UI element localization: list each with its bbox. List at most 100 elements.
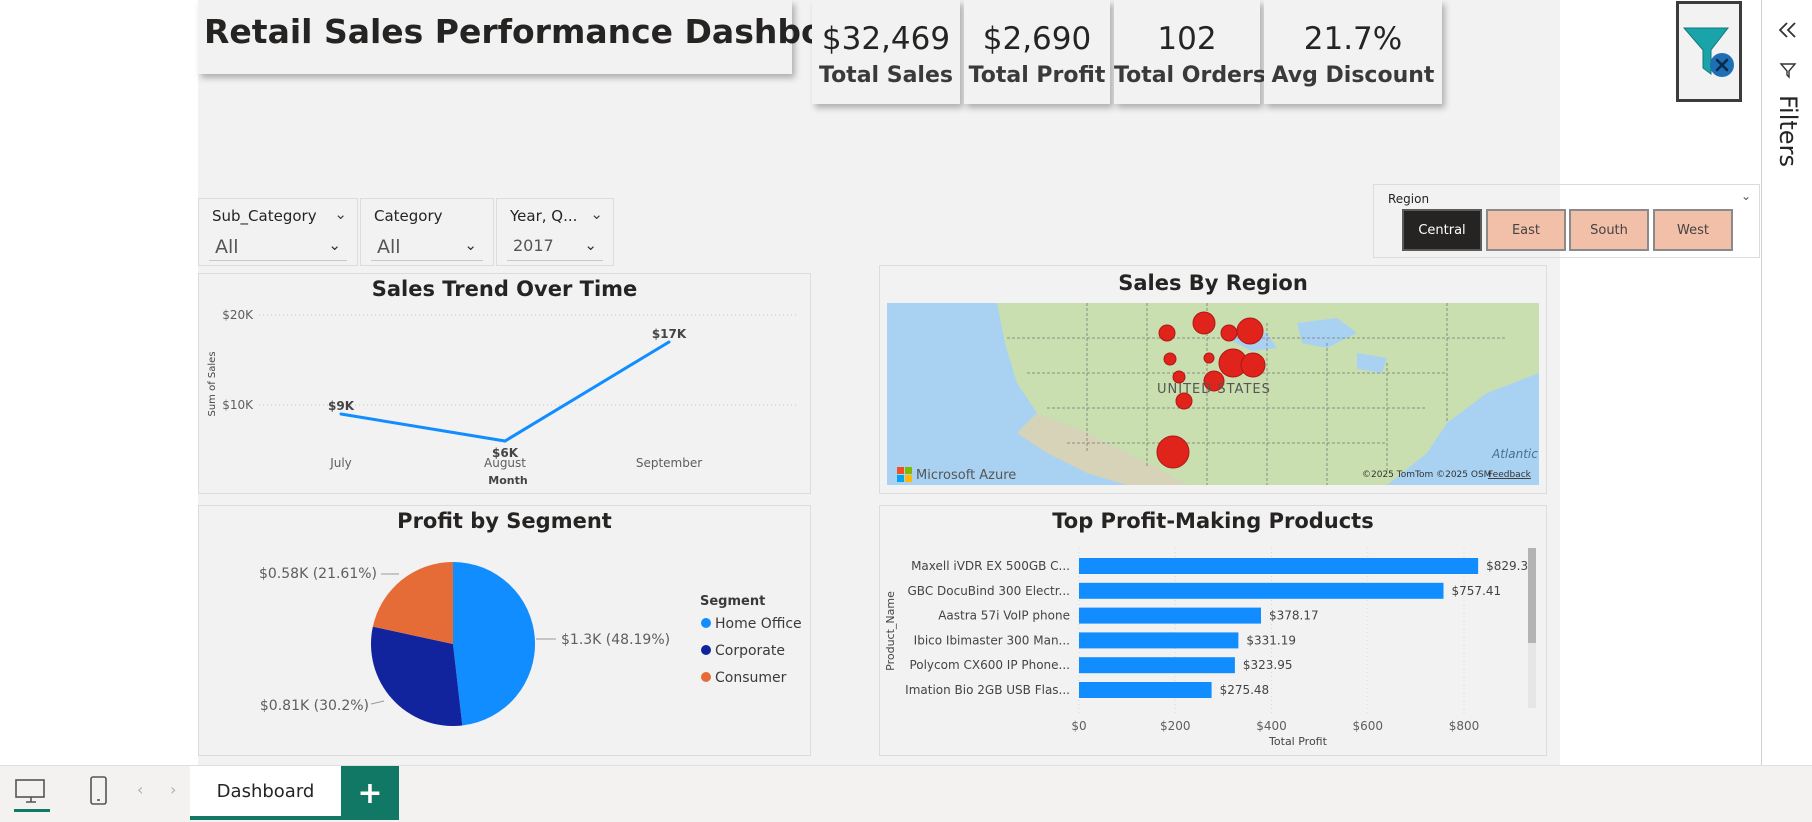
pie-data-label: $1.3K (48.19%) <box>561 632 670 648</box>
kpi-label: Avg Discount <box>1271 63 1435 88</box>
chevron-down-icon[interactable]: ⌄ <box>1741 189 1751 203</box>
slicer-dropdown[interactable]: All ⌄ <box>209 233 347 261</box>
mobile-view-icon[interactable] <box>88 775 110 807</box>
scrollbar-thumb[interactable] <box>1528 548 1536 643</box>
line-series <box>340 340 670 443</box>
kpi-card-total-sales: $32,469 Total Sales <box>812 0 960 104</box>
leader-line <box>370 700 385 705</box>
filters-pane-label: Filters <box>1774 95 1802 167</box>
double-chevron-left-icon[interactable] <box>1776 18 1800 42</box>
x-tick-label: $0 <box>1071 719 1086 733</box>
y-axis-title: Product_Name <box>884 591 897 671</box>
x-tick-label: September <box>636 456 702 470</box>
clear-filters-button[interactable] <box>1676 1 1742 102</box>
kpi-card-total-orders: 102 Total Orders <box>1114 0 1266 104</box>
sales-trend-visual: Sales Trend Over Time Sum of Sales $20K … <box>198 273 811 494</box>
title-card: Retail Sales Performance Dashboard <box>198 0 886 74</box>
y-tick-label: $20K <box>222 308 254 322</box>
map-brand: Microsoft Azure <box>916 468 1016 483</box>
kpi-value: $32,469 <box>821 21 951 57</box>
add-page-button[interactable]: + <box>341 766 399 820</box>
slicer-header: Region <box>1388 192 1430 206</box>
desktop-view-icon[interactable] <box>14 778 48 806</box>
kpi-label: Total Sales <box>818 63 953 88</box>
map[interactable]: UNITED STATES Atlantic Microsoft Azure ©… <box>887 303 1539 485</box>
chevron-down-icon[interactable]: ⌄ <box>590 205 603 223</box>
chevron-down-icon[interactable]: ⌄ <box>334 205 347 223</box>
kpi-value: 21.7% <box>1303 21 1403 57</box>
x-tick-label: August <box>484 456 526 470</box>
legend-item-consumer[interactable]: Consumer <box>701 670 786 686</box>
chevron-down-icon: ⌄ <box>584 236 597 254</box>
x-tick-label: $800 <box>1449 719 1480 733</box>
profit-by-segment-visual: Profit by Segment $1.3K (48.19%) $0.81K … <box>198 505 811 756</box>
chevron-right-icon[interactable]: › <box>170 780 176 799</box>
x-tick-label: $200 <box>1160 719 1191 733</box>
region-button-east[interactable]: East <box>1486 209 1566 251</box>
bar[interactable] <box>1079 558 1479 574</box>
y-tick-label: Ibico Ibimaster 300 Man... <box>914 633 1070 647</box>
slicer-header: Sub_Category <box>212 207 317 225</box>
chevron-left-icon[interactable]: ‹ <box>137 780 143 799</box>
bar-data-label: $275.48 <box>1220 683 1270 697</box>
x-tick-label: $600 <box>1352 719 1383 733</box>
bar[interactable] <box>1079 682 1212 698</box>
pie-data-label: $0.81K (30.2%) <box>260 698 369 714</box>
kpi-card-total-profit: $2,690 Total Profit <box>964 0 1110 104</box>
map-ocean-label: Atlantic <box>1491 447 1538 461</box>
region-slicer: Region ⌄ Central East South West <box>1373 184 1760 258</box>
slicer-year-quarter: Year, Q... ⌄ 2017 ⌄ <box>496 198 614 266</box>
line-point[interactable] <box>503 439 507 443</box>
region-button-central[interactable]: Central <box>1402 209 1482 251</box>
pie-slice[interactable] <box>453 562 535 726</box>
slicer-dropdown[interactable]: 2017 ⌄ <box>507 233 603 261</box>
line-chart: Sum of Sales $20K $10K $9KJuly$6KAugust$… <box>207 308 799 487</box>
tab-dashboard[interactable]: Dashboard <box>190 766 341 820</box>
region-button-south[interactable]: South <box>1569 209 1649 251</box>
line-data-label: $17K <box>652 327 687 341</box>
map-feedback-link[interactable]: Feedback <box>1488 470 1532 480</box>
slicer-value: All <box>215 236 239 258</box>
bar-data-label: $757.41 <box>1452 584 1502 598</box>
page-tabs-bar: ‹ › Dashboard + <box>0 765 1812 822</box>
sales-by-region-visual: Sales By Region UNITED STATES Atlantic M… <box>879 265 1547 494</box>
x-tick-label: July <box>329 456 352 470</box>
bar-chart: Product_Name $0 $200 $400 $600 $800 Maxell iV… <box>884 548 1536 748</box>
top-profit-products-visual: Top Profit-Making Products Product_Name … <box>879 505 1547 756</box>
x-axis-title: Month <box>488 474 527 487</box>
chevron-down-icon: ⌄ <box>464 236 477 254</box>
bar[interactable] <box>1079 632 1239 649</box>
slicer-value: 2017 <box>513 236 554 255</box>
kpi-card-avg-discount: 21.7% Avg Discount <box>1264 0 1442 104</box>
legend-item-home-office[interactable]: Home Office <box>701 616 802 632</box>
bar-data-label: $331.19 <box>1246 633 1296 647</box>
bar[interactable] <box>1079 657 1235 674</box>
slicer-header: Category <box>374 207 443 225</box>
bar-data-label: $378.17 <box>1269 609 1319 623</box>
slicer-value: All <box>377 236 401 258</box>
bar[interactable] <box>1079 607 1261 624</box>
y-tick-label: $10K <box>222 398 254 412</box>
line-data-label: $9K <box>328 399 355 413</box>
pie-data-label: $0.58K (21.61%) <box>259 566 377 582</box>
filter-clear-icon <box>1682 27 1734 77</box>
y-tick-label: GBC DocuBind 300 Electr... <box>908 584 1071 598</box>
y-tick-label: Maxell iVDR EX 500GB C... <box>911 559 1070 573</box>
y-tick-label: Imation Bio 2GB USB Flas... <box>905 683 1070 697</box>
legend-item-corporate[interactable]: Corporate <box>701 643 785 659</box>
map-attribution: ©2025 TomTom ©2025 OSM <box>1362 470 1491 480</box>
kpi-label: Total Profit <box>968 63 1106 88</box>
legend-title: Segment <box>700 594 766 609</box>
report-canvas: Retail Sales Performance Dashboard $32,4… <box>198 0 1760 765</box>
slicer-category: Category All ⌄ <box>360 198 494 266</box>
kpi-value: 102 <box>1157 21 1217 57</box>
visual-title: Sales By Region <box>1118 271 1308 295</box>
desktop-view-indicator <box>14 809 50 812</box>
kpi-value: $2,690 <box>982 21 1092 57</box>
kpi-label: Total Orders <box>1114 63 1266 88</box>
y-tick-label: Aastra 57i VoIP phone <box>938 609 1070 623</box>
bar[interactable] <box>1079 582 1444 599</box>
slicer-dropdown[interactable]: All ⌄ <box>371 233 483 261</box>
region-button-west[interactable]: West <box>1653 209 1733 251</box>
filters-pane[interactable]: Filters <box>1761 0 1812 765</box>
